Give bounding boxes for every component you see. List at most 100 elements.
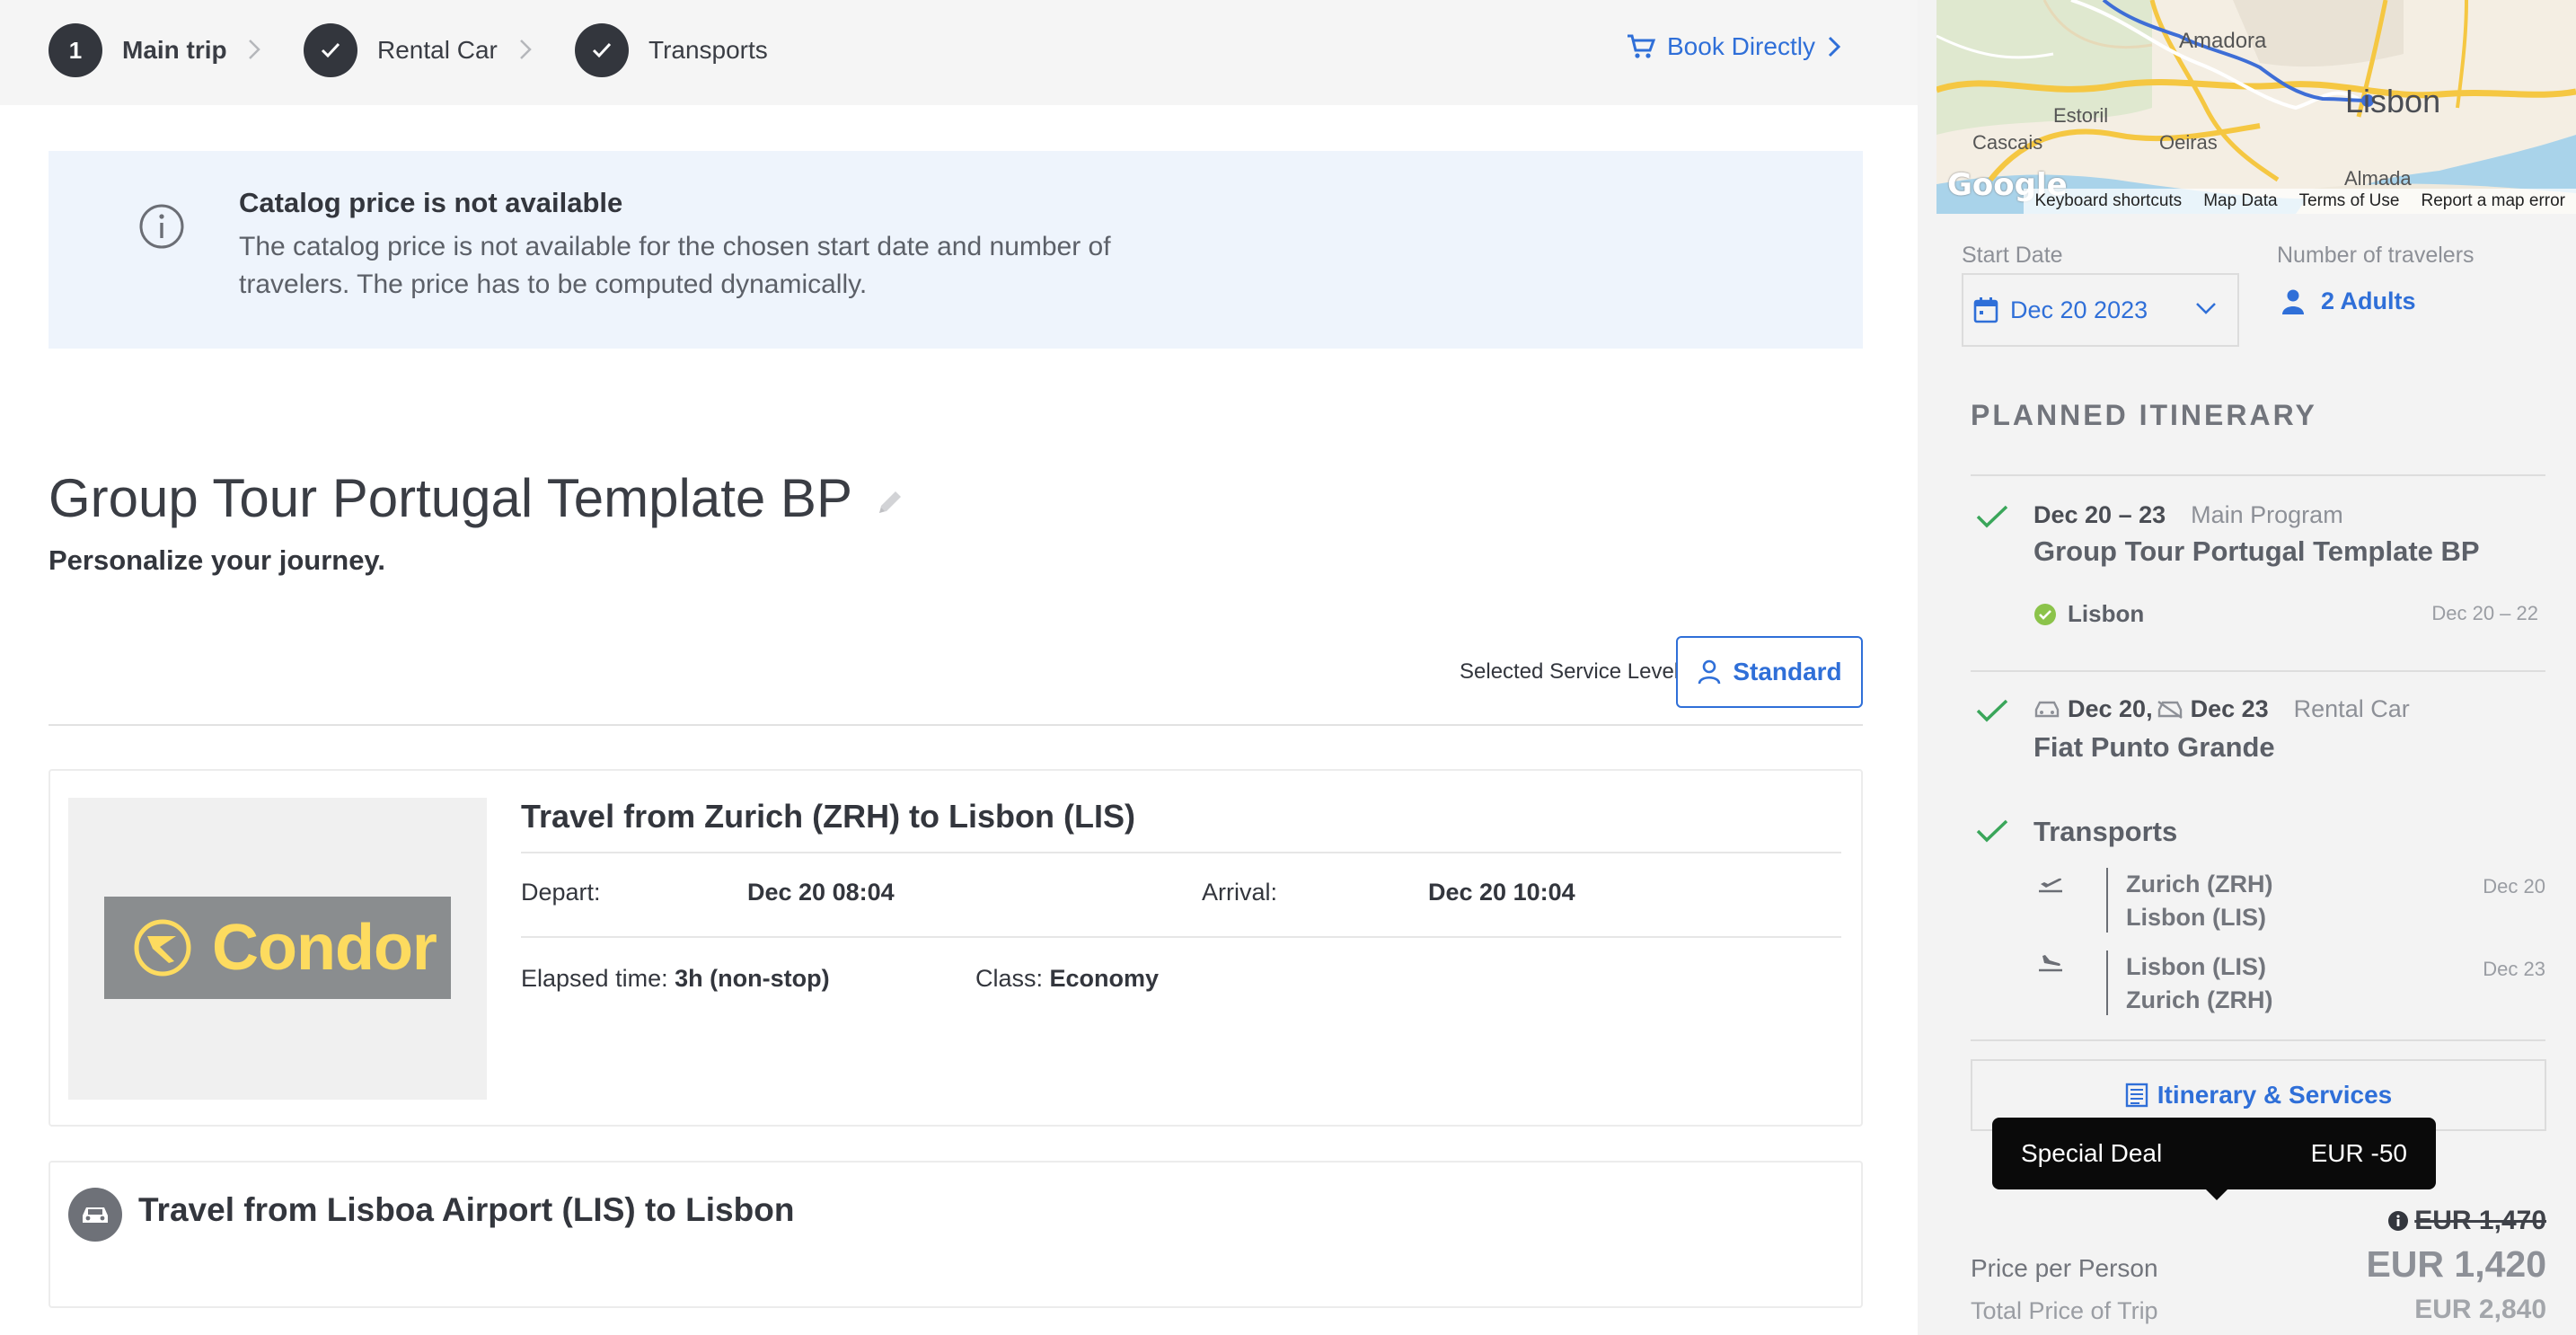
condor-bird-icon (134, 919, 191, 977)
city-stop: Lisbon (2033, 600, 2144, 628)
rental-car-type: Rental Car (2293, 695, 2410, 722)
map-label: Oeiras (2159, 131, 2218, 154)
elapsed-label: Elapsed time: (521, 965, 668, 992)
main-content: 1 Main trip Rental Car Transports Book D… (0, 0, 1918, 1335)
car-pickup-icon (2034, 701, 2060, 717)
map-label: Almada (2344, 167, 2412, 190)
arrival-value: Dec 20 10:04 (1428, 879, 1575, 906)
info-icon[interactable] (2387, 1210, 2409, 1232)
report-map-error-link[interactable]: Report a map error (2421, 191, 2565, 211)
pencil-icon[interactable] (874, 488, 904, 518)
terms-of-use-link[interactable]: Terms of Use (2299, 191, 2400, 211)
deal-label: Special Deal (2021, 1139, 2163, 1167)
deal-value: EUR -50 (2310, 1139, 2407, 1167)
page-title: Group Tour Portugal Template BP (49, 467, 904, 529)
step-main-trip[interactable]: 1 Main trip (49, 23, 227, 77)
planned-itinerary-heading: PLANNED ITINERARY (1971, 399, 2317, 431)
class-label: Class: (975, 965, 1044, 992)
booking-stepper: 1 Main trip Rental Car Transports Book D… (0, 0, 1918, 105)
special-deal-tooltip: Special Deal EUR -50 (1992, 1118, 2436, 1189)
airline-logo-container: Condor (68, 798, 487, 1100)
leg-from: Lisbon (LIS) (2126, 953, 2266, 980)
elapsed-time: Elapsed time: 3h (non-stop) (521, 965, 830, 993)
banner-title: Catalog price is not available (239, 187, 623, 218)
step-label: Rental Car (377, 36, 498, 64)
class-value: Economy (1049, 965, 1160, 992)
step-label: Transports (648, 36, 768, 64)
person-icon (1698, 659, 1721, 685)
leg-to: Zurich (ZRH) (2126, 986, 2273, 1013)
check-icon (1976, 819, 2008, 843)
trip-title-text: Group Tour Portugal Template BP (49, 468, 852, 528)
car-icon (68, 1188, 122, 1242)
divider (1971, 670, 2545, 672)
transfer-card: Travel from Lisboa Airport (LIS) to Lisb… (49, 1161, 1863, 1308)
person-icon (2282, 289, 2304, 314)
book-directly-link[interactable]: Book Directly (1626, 32, 1853, 61)
airline-name: Condor (212, 912, 437, 984)
start-date-label: Start Date (1962, 243, 2063, 268)
rental-pickup-date: Dec 20, (2068, 695, 2153, 722)
divider (1971, 474, 2545, 476)
tooltip-arrow (2204, 1188, 2229, 1200)
map-label: Amadora (2179, 29, 2267, 53)
depart-label: Depart: (521, 879, 601, 906)
page-subtitle: Personalize your journey. (49, 544, 385, 576)
route-map[interactable]: Amadora Lisbon Estoril Cascais Oeiras Al… (1936, 0, 2576, 214)
service-level-button[interactable]: Standard (1676, 636, 1863, 708)
transport-leg-2[interactable]: Lisbon (LIS) Zurich (ZRH) (2126, 950, 2272, 1017)
check-icon (575, 23, 629, 77)
step-rental-car[interactable]: Rental Car (304, 23, 498, 77)
divider (521, 936, 1841, 938)
map-label: Estoril (2053, 104, 2109, 127)
main-program-type: Main Program (2191, 501, 2343, 528)
travelers-value: 2 Adults (2321, 287, 2416, 314)
main-program-dates: Dec 20 – 23 (2033, 501, 2166, 528)
total-price-value: EUR 2,840 (2414, 1295, 2546, 1324)
map-data-link[interactable]: Map Data (2203, 191, 2277, 211)
divider (49, 724, 1863, 726)
cart-icon (1628, 34, 1656, 58)
arrival-label: Arrival: (1202, 879, 1278, 906)
step-transports[interactable]: Transports (575, 23, 768, 77)
rental-dropoff-date: Dec 23 (2190, 695, 2269, 722)
step-label: Main trip (122, 36, 227, 64)
rental-car-name[interactable]: Fiat Punto Grande (2033, 731, 2275, 764)
travelers-select[interactable]: 2 Adults (2281, 287, 2416, 315)
leg-date: Dec 20 (2483, 875, 2545, 897)
plane-takeoff-icon (2039, 878, 2062, 893)
check-icon (1976, 505, 2008, 528)
chevron-down-icon (2196, 303, 2216, 314)
car-dropoff-icon (2157, 700, 2183, 719)
map-label: Lisbon (2345, 83, 2441, 119)
leg-from: Zurich (ZRH) (2126, 871, 2273, 897)
elapsed-value: 3h (non-stop) (675, 965, 830, 992)
service-level-value: Standard (1733, 658, 1842, 685)
check-icon (1976, 699, 2008, 722)
price-per-person-value: EUR 1,420 (2366, 1243, 2546, 1285)
flight-title: Travel from Zurich (ZRH) to Lisbon (LIS) (521, 798, 1135, 835)
leg-date: Dec 23 (2483, 958, 2545, 980)
original-price: EUR 1,470 (2387, 1206, 2546, 1236)
travelers-label: Number of travelers (2277, 243, 2475, 268)
main-program-meta: Dec 20 – 23 Main Program (2033, 501, 2343, 529)
divider (1971, 1039, 2545, 1041)
leg-divider (2106, 868, 2108, 933)
catalog-price-banner: Catalog price is not available The catal… (49, 151, 1863, 349)
start-date-select[interactable]: Dec 20 2023 (1962, 273, 2239, 347)
keyboard-shortcuts-link[interactable]: Keyboard shortcuts (2034, 191, 2182, 211)
travel-class: Class: Economy (975, 965, 1159, 993)
city-dates: Dec 20 – 22 (2431, 602, 2538, 624)
book-directly-label: Book Directly (1667, 32, 1815, 60)
service-level-label: Selected Service Level (1460, 659, 1680, 684)
transport-leg-1[interactable]: Zurich (ZRH) Lisbon (LIS) (2126, 868, 2272, 934)
start-date-value: Dec 20 2023 (2010, 296, 2148, 323)
main-program-name[interactable]: Group Tour Portugal Template BP (2033, 535, 2480, 568)
chevron-right-icon (1828, 36, 1841, 57)
transports-heading: Transports (2033, 816, 2178, 847)
leg-to: Lisbon (LIS) (2126, 904, 2266, 931)
check-circle-icon (2034, 603, 2056, 625)
airline-logo: Condor (104, 897, 451, 999)
map-label: Cascais (1972, 131, 2043, 154)
transfer-title: Travel from Lisboa Airport (LIS) to Lisb… (138, 1191, 795, 1228)
